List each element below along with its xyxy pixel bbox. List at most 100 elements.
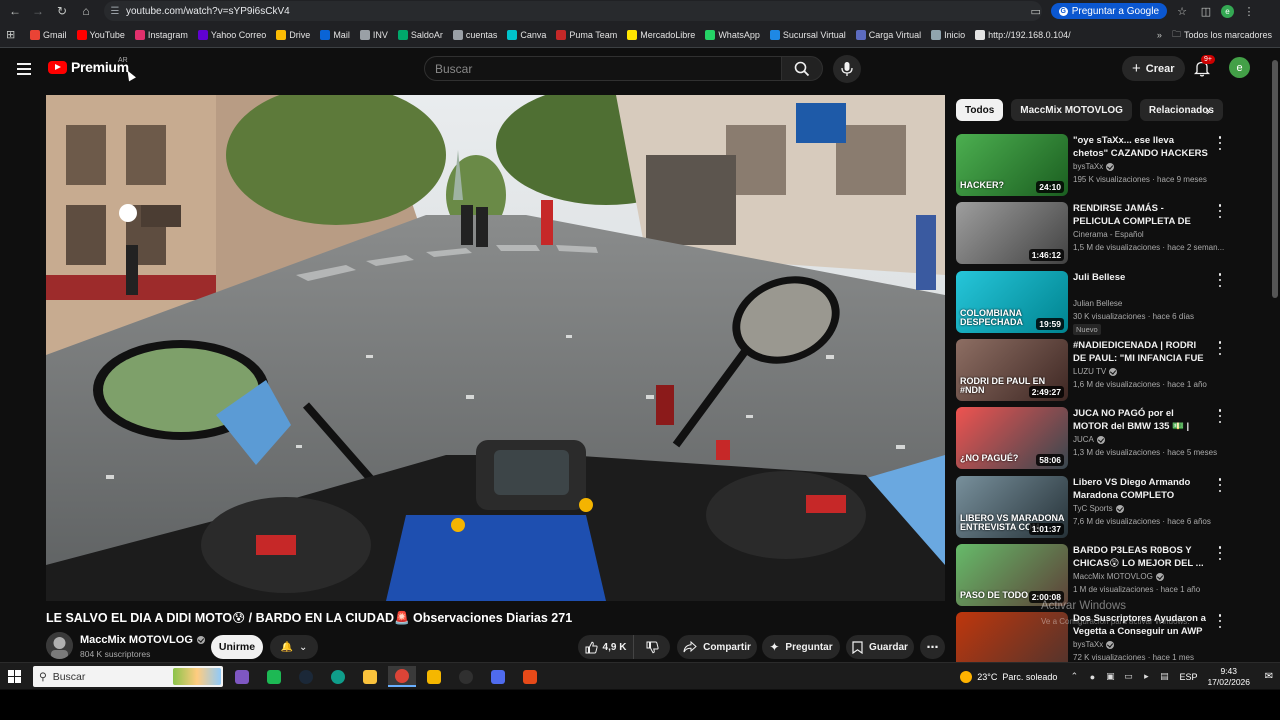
bookmark-item[interactable]: Sucursal Virtual — [769, 29, 846, 40]
video-player[interactable] — [46, 95, 945, 601]
recommended-channel[interactable]: Cinerama - Español — [1073, 230, 1144, 239]
notification-center-icon[interactable]: ✉ — [1258, 671, 1280, 682]
recommended-video[interactable]: PASO DE TODO 2:00:08 BARDO P3LEAS R0BOS Y … — [956, 544, 1226, 606]
discord-app-icon[interactable] — [516, 666, 544, 687]
all-bookmarks-folder[interactable]: 🗀 Todos los marcadores — [1172, 27, 1272, 43]
network-icon[interactable]: ▤ — [1157, 671, 1171, 682]
recommended-video-title[interactable]: Libero VS Diego Armando Maradona COMPLET… — [1073, 476, 1211, 502]
file-explorer-app-icon[interactable] — [356, 666, 384, 687]
back-icon[interactable]: ← — [4, 0, 26, 22]
extensions-icon[interactable]: ◫ — [1197, 2, 1215, 20]
spotify-app-icon[interactable] — [260, 666, 288, 687]
weather-widget[interactable]: 23°C Parc. soleado — [960, 670, 1057, 683]
video-thumbnail[interactable]: 1:46:12 — [956, 202, 1068, 264]
reload-icon[interactable]: ↻ — [51, 0, 73, 22]
save-button[interactable]: Guardar — [846, 635, 914, 659]
home-icon[interactable]: ⌂ — [75, 0, 97, 22]
edge-app-icon[interactable] — [324, 666, 352, 687]
more-vertical-icon[interactable] — [1216, 204, 1224, 218]
monitor-icon[interactable]: ▭ — [1121, 671, 1135, 682]
search-button[interactable] — [781, 56, 823, 81]
microphone-tray-icon[interactable]: ● — [1085, 672, 1099, 682]
bookmark-item[interactable]: Gmail — [30, 29, 67, 40]
page-scrollbar-thumb[interactable] — [1272, 60, 1278, 298]
account-avatar[interactable]: e — [1229, 57, 1250, 78]
bookmark-item[interactable]: WhatsApp — [705, 29, 760, 40]
more-bookmarks-icon[interactable]: » — [1157, 30, 1162, 40]
more-vertical-icon[interactable] — [1216, 136, 1224, 150]
bookmark-star-icon[interactable]: ☆ — [1173, 2, 1191, 20]
recommended-channel[interactable]: LUZU TV — [1073, 367, 1118, 376]
more-vertical-icon[interactable] — [1216, 409, 1224, 423]
recommended-video-title[interactable]: #NADIEDICENADA | RODRI DE PAUL: "MI INFA… — [1073, 339, 1211, 365]
bookmark-item[interactable]: MercadoLibre — [627, 29, 695, 40]
apps-grid-icon[interactable]: ⊞ — [6, 28, 22, 41]
bookmark-item[interactable]: Drive — [276, 29, 310, 40]
more-vertical-icon[interactable] — [1216, 546, 1224, 560]
speaker-icon[interactable]: ▸ — [1139, 671, 1153, 682]
video-thumbnail[interactable]: PASO DE TODO 2:00:08 — [956, 544, 1068, 606]
taskbar-search-box[interactable]: ⚲ Buscar — [33, 666, 223, 687]
usb-icon[interactable]: ▣ — [1103, 671, 1117, 682]
create-button[interactable]: + Crear — [1122, 56, 1185, 81]
channel-name[interactable]: MaccMix MOTOVLOG — [80, 634, 205, 646]
calculator-app-icon[interactable] — [484, 666, 512, 687]
more-vertical-icon[interactable] — [1216, 273, 1224, 287]
language-indicator[interactable]: ESP — [1179, 672, 1197, 682]
recommended-video-title[interactable]: JUCA NO PAGÓ por el MOTOR del BMW 135 💵 … — [1073, 407, 1211, 433]
recommended-channel[interactable]: bysTaXx — [1073, 640, 1115, 649]
chevron-up-icon[interactable]: ⌃ — [1067, 671, 1081, 682]
bookmark-item[interactable]: Inicio — [931, 29, 965, 40]
share-button[interactable]: Compartir — [677, 635, 757, 659]
search-input[interactable]: Buscar — [424, 56, 782, 81]
windows-start-icon[interactable] — [8, 670, 21, 683]
bookmark-item[interactable]: cuentas — [452, 29, 497, 40]
obs-app-icon[interactable] — [452, 666, 480, 687]
more-vertical-icon[interactable] — [1216, 614, 1224, 628]
filter-chip[interactable]: MaccMix MOTOVLOG — [1011, 99, 1132, 121]
recommended-video-title[interactable]: Juli Bellese — [1073, 271, 1211, 284]
recommended-channel[interactable]: JUCA — [1073, 435, 1105, 444]
bookmark-item[interactable]: Yahoo Correo — [197, 29, 266, 40]
recommended-video-title[interactable]: "oye sTaXx... ese lleva chetos" CAZANDO … — [1073, 134, 1211, 160]
bookmark-item[interactable]: YouTube — [76, 29, 125, 40]
recommended-video[interactable]: HACKER? 24:10 "oye sTaXx... ese lleva chet… — [956, 134, 1226, 196]
video-thumbnail[interactable]: ¿NO PAGUÉ? 58:06 — [956, 407, 1068, 469]
recommended-video-title[interactable]: BARDO P3LEAS R0BOS Y CHICAS😲 LO MEJOR DE… — [1073, 544, 1211, 570]
bookmark-item[interactable]: Carga Virtual — [855, 29, 921, 40]
address-bar[interactable]: ☰ youtube.com/watch?v=sYP9i6sCkV4 — [104, 1, 1042, 21]
recommended-video-title[interactable]: RENDIRSE JAMÁS - PELICULA COMPLETA DE AC… — [1073, 202, 1211, 228]
site-info-icon[interactable]: ☰ — [104, 6, 126, 17]
bookmark-item[interactable]: Instagram — [134, 29, 188, 40]
more-vertical-icon[interactable] — [1216, 341, 1224, 355]
recommended-video[interactable]: RODRI DE PAUL EN #NDN 2:49:27 #NADIEDICENA… — [956, 339, 1226, 401]
video-thumbnail[interactable]: HACKER? 24:10 — [956, 134, 1068, 196]
bookmark-item[interactable]: INV — [359, 29, 388, 40]
recommended-video[interactable]: COLOMBIANA DESPECHADA 19:59 Juli Bellese Ju… — [956, 271, 1226, 335]
bookmark-item[interactable]: Puma Team — [556, 29, 617, 40]
recommended-video[interactable]: 1:46:12 RENDIRSE JAMÁS - PELICULA COMPLET… — [956, 202, 1226, 264]
voice-search-button[interactable] — [833, 55, 861, 83]
recommended-video[interactable]: LIBERO VS MARADONA ENTREVISTA COM 1:01:37… — [956, 476, 1226, 538]
video-thumbnail[interactable]: LIBERO VS MARADONA ENTREVISTA COM 1:01:37 — [956, 476, 1068, 538]
ask-ai-button[interactable]: ✦ Preguntar — [762, 635, 840, 659]
bookmark-item[interactable]: Canva — [507, 29, 546, 40]
bookmark-item[interactable]: SaldoAr — [397, 29, 443, 40]
recommended-channel[interactable]: Julian Bellese — [1073, 299, 1122, 308]
bookmark-item[interactable]: Mail — [320, 29, 350, 40]
forward-icon[interactable]: → — [27, 0, 49, 22]
video-thumbnail[interactable]: RODRI DE PAUL EN #NDN 2:49:27 — [956, 339, 1068, 401]
recommended-channel[interactable]: TyC Sports — [1073, 504, 1124, 513]
bookmark-item[interactable]: http://192.168.0.104/ — [975, 29, 1071, 40]
menu-icon[interactable] — [14, 59, 34, 79]
copilot-app-icon[interactable] — [228, 666, 256, 687]
recommended-channel[interactable]: MaccMix MOTOVLOG — [1073, 572, 1164, 581]
channel-avatar[interactable] — [46, 632, 73, 659]
subscription-notifications-button[interactable]: 🔔 ⌄ — [270, 635, 318, 659]
chrome-profile-avatar[interactable]: e — [1221, 4, 1234, 18]
like-button[interactable]: 4,9 K — [578, 635, 634, 659]
recommended-channel[interactable]: bysTaXx — [1073, 162, 1115, 171]
cast-icon[interactable]: ▭ — [1027, 2, 1045, 20]
ask-google-button[interactable]: G Preguntar a Google — [1050, 3, 1167, 19]
more-actions-button[interactable]: ⋯ — [920, 635, 945, 659]
